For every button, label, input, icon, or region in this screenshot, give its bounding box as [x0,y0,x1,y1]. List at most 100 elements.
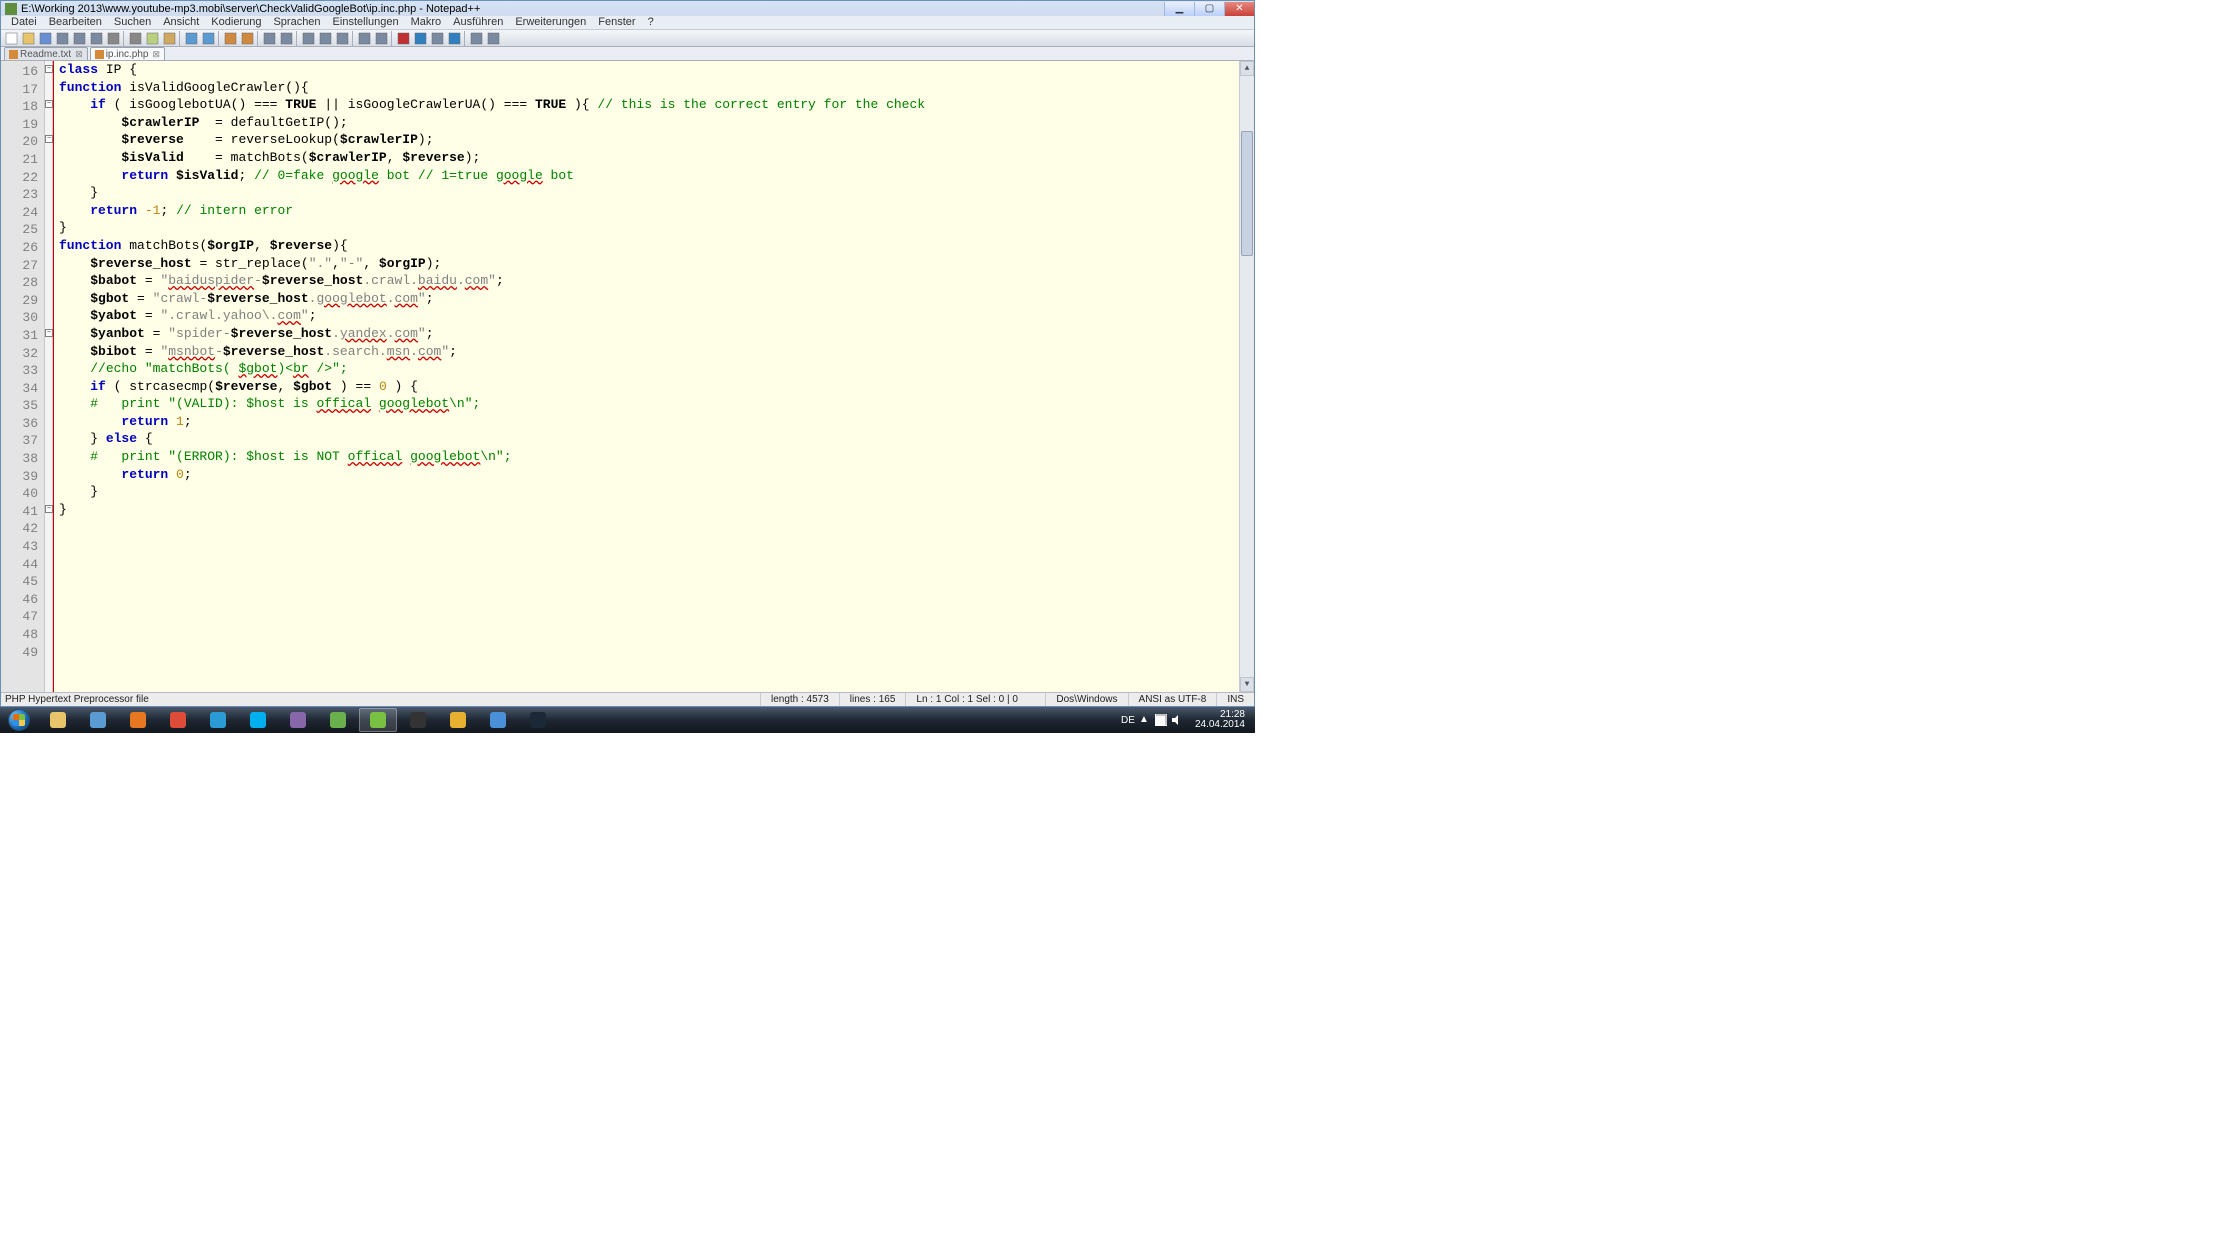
fold-toggle[interactable]: − [45,505,53,513]
minimize-button[interactable]: ▁ [1164,2,1194,16]
scroll-down-button[interactable]: ▼ [1240,677,1254,692]
fold-column[interactable]: − − − − − [45,61,53,692]
line-number-gutter: 1617181920212223242526272829303132333435… [1,61,45,692]
find-icon [224,32,237,45]
taskbar-app3[interactable] [439,708,477,732]
tab-label: Readme.txt [20,49,71,60]
taskbar-shield[interactable] [319,708,357,732]
system-tray[interactable]: DE ▲ 21:28 24.04.2014 [1121,707,1255,733]
menu-erweiterungen[interactable]: Erweiterungen [509,16,592,29]
taskbar-skype[interactable] [239,708,277,732]
taskbar-browser[interactable] [79,708,117,732]
taskbar-firefox[interactable] [119,708,157,732]
rec-button[interactable] [395,31,411,46]
close-button[interactable]: ✕ [1224,2,1254,16]
taskbar-app4[interactable] [479,708,517,732]
wrap-button[interactable] [300,31,316,46]
taskbar-app1[interactable] [279,708,317,732]
zoom-out-button[interactable] [278,31,294,46]
menu-einstellungen[interactable]: Einstellungen [327,16,405,29]
window-controls: ▁ ▢ ✕ [1164,2,1254,16]
open-button[interactable] [20,31,36,46]
print-button[interactable] [105,31,121,46]
cut-button[interactable] [127,31,143,46]
folder-icon [358,32,371,45]
skype-icon [248,710,268,730]
maximize-button[interactable]: ▢ [1194,2,1224,16]
close-all-button[interactable] [88,31,104,46]
new-button[interactable] [3,31,19,46]
close-all-icon [90,32,103,45]
app3-icon [448,710,468,730]
indent-button[interactable] [334,31,350,46]
func-list-button[interactable] [373,31,389,46]
taskbar-notepadpp[interactable] [359,708,397,732]
taskbar-chrome[interactable] [159,708,197,732]
status-eol: Dos\Windows [1045,693,1127,706]
tab-Readme-txt[interactable]: Readme.txt ⊠ [4,47,88,60]
tab-close-icon[interactable]: ⊠ [75,49,83,60]
macro1-button[interactable] [468,31,484,46]
tray-date: 24.04.2014 [1195,720,1245,730]
menu-ansicht[interactable]: Ansicht [157,16,205,29]
fold-toggle[interactable]: − [45,100,53,108]
find-button[interactable] [222,31,238,46]
fold-toggle[interactable]: − [45,135,53,143]
vertical-scrollbar[interactable]: ▲ ▼ [1239,61,1254,692]
all-chars-button[interactable] [317,31,333,46]
menu-suchen[interactable]: Suchen [108,16,157,29]
save-all-button[interactable] [54,31,70,46]
code-area[interactable]: class IP {function isValidGoogleCrawler(… [53,61,1239,692]
flag-icon[interactable] [1155,714,1167,726]
taskbar-app2[interactable] [399,708,437,732]
menu-kodierung[interactable]: Kodierung [205,16,267,29]
macro2-button[interactable] [485,31,501,46]
app4-icon [488,710,508,730]
fold-toggle[interactable]: − [45,65,53,73]
menu-fenster[interactable]: Fenster [592,16,641,29]
taskbar-steam[interactable] [519,708,557,732]
toolbar [1,30,1254,47]
folder-button[interactable] [356,31,372,46]
fold-toggle[interactable]: − [45,329,53,337]
tray-up-icon[interactable]: ▲ [1139,714,1151,726]
tabstrip: Readme.txt⊠ip.inc.php⊠ [1,47,1254,61]
status-length: length : 4573 [760,693,839,706]
tab-close-icon[interactable]: ⊠ [153,49,161,60]
edit-margin [53,61,54,692]
windows-orb-icon [8,709,30,731]
play-multi-icon [431,32,444,45]
taskbar-thunderbird[interactable] [199,708,237,732]
menu-datei[interactable]: Datei [5,16,43,29]
menu-ausführen[interactable]: Ausführen [447,16,509,29]
save-button[interactable] [37,31,53,46]
replace-button[interactable] [239,31,255,46]
zoom-out-icon [280,32,293,45]
play-multi-button[interactable] [429,31,445,46]
windows-taskbar[interactable]: DE ▲ 21:28 24.04.2014 [0,707,1255,733]
menu-sprachen[interactable]: Sprachen [267,16,326,29]
tab-ip-inc-php[interactable]: ip.inc.php⊠ [90,47,165,60]
editor[interactable]: 1617181920212223242526272829303132333435… [1,61,1254,692]
play-button[interactable] [412,31,428,46]
start-button[interactable] [0,707,38,733]
menu-makro[interactable]: Makro [405,16,448,29]
tray-lang[interactable]: DE [1121,715,1135,726]
titlebar[interactable]: E:\Working 2013\www.youtube-mp3.mobi\ser… [1,1,1254,16]
clock[interactable]: 21:28 24.04.2014 [1187,708,1253,732]
undo-button[interactable] [183,31,199,46]
copy-button[interactable] [144,31,160,46]
notepadpp-icon [368,710,388,730]
stop-button[interactable] [446,31,462,46]
save-icon [39,32,52,45]
close-button[interactable] [71,31,87,46]
redo-button[interactable] [200,31,216,46]
volume-icon[interactable] [1171,714,1183,726]
zoom-in-button[interactable] [261,31,277,46]
menu-bearbeiten[interactable]: Bearbeiten [43,16,108,29]
menu-?[interactable]: ? [642,16,660,29]
taskbar-explorer[interactable] [39,708,77,732]
scrollbar-thumb[interactable] [1241,131,1253,256]
scroll-up-button[interactable]: ▲ [1240,61,1254,76]
paste-button[interactable] [161,31,177,46]
